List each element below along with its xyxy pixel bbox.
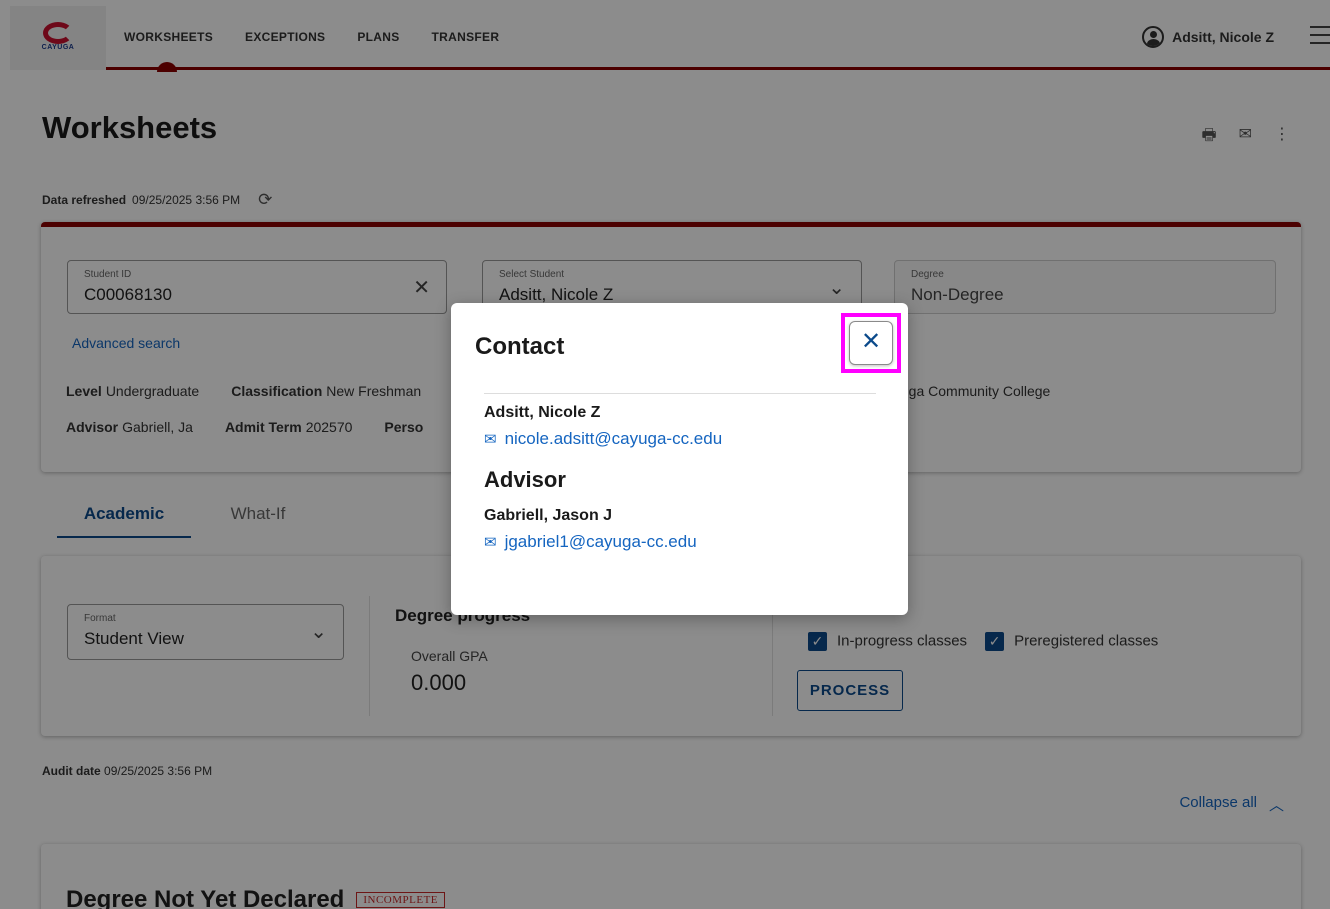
- mail-icon: ✉: [484, 534, 497, 551]
- close-button[interactable]: ✕: [849, 321, 893, 365]
- student-email: nicole.adsitt@cayuga-cc.edu: [504, 429, 723, 448]
- modal-divider: [484, 393, 876, 394]
- student-contact-name: Adsitt, Nicole Z: [484, 404, 601, 421]
- advisor-contact-name: Gabriell, Jason J: [484, 507, 613, 524]
- advisor-heading: Advisor: [484, 467, 566, 492]
- advisor-email-link[interactable]: ✉ jgabriel1@cayuga-cc.edu: [484, 532, 697, 552]
- student-email-link[interactable]: ✉ nicole.adsitt@cayuga-cc.edu: [484, 429, 722, 449]
- advisor-email: jgabriel1@cayuga-cc.edu: [504, 532, 697, 551]
- close-icon: ✕: [860, 328, 882, 355]
- modal-title: Contact: [475, 333, 565, 360]
- mail-icon: ✉: [484, 431, 497, 448]
- contact-modal: Contact ✕ Adsitt, Nicole Z ✉ nicole.adsi…: [451, 303, 908, 615]
